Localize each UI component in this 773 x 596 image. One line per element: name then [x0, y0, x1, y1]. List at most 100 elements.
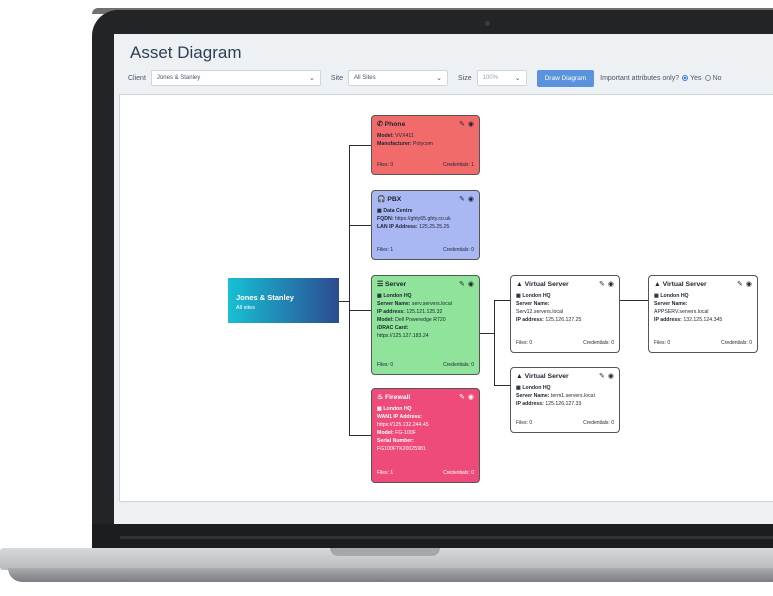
attribute-value: 125.121.125.32 — [406, 308, 443, 315]
building-icon: ▦ — [377, 292, 382, 299]
card-title: ✆ Phone — [377, 120, 405, 131]
credentials-count[interactable]: Credentials: 1 — [443, 162, 474, 170]
asset-card-server[interactable]: ☰ Server ✎ ◉ ▦ London HQ Server Name: ser… — [371, 275, 480, 375]
eye-icon[interactable]: ◉ — [468, 393, 474, 404]
files-count[interactable]: Files: 0 — [516, 420, 532, 428]
attribute-label: IP address: — [516, 400, 544, 407]
card-site: ▦ London HQ — [516, 384, 614, 392]
site-name: London HQ — [522, 384, 551, 391]
asset-card-pbx[interactable]: 🎧 PBX ✎ ◉ ▦ Data Centre FQDN: https://ght… — [371, 190, 480, 260]
size-label: Size — [457, 74, 472, 82]
eye-icon[interactable]: ◉ — [746, 280, 752, 291]
credentials-count[interactable]: Credentials: 0 — [443, 362, 474, 370]
credentials-count[interactable]: Credentials: 0 — [721, 340, 752, 348]
attribute-label: IP address: — [377, 308, 405, 315]
attribute-label: IP address: — [516, 317, 544, 324]
attribute-label: Server Name: — [654, 300, 688, 307]
client-select-value: Jones & Stanley — [156, 75, 201, 81]
card-site: ▦ Data Centre — [377, 207, 474, 215]
attribute-label: Server Name: — [516, 392, 550, 399]
root-title: Jones & Stanley — [236, 293, 294, 302]
asset-card-firewall[interactable]: ♨ Firewall ✎ ◉ ▦ London HQ WAN1 IP Addres… — [371, 388, 480, 483]
attribute-label: Serial Number: — [377, 438, 414, 445]
important-no-radio[interactable] — [704, 75, 711, 81]
attribute-value: FG100FTK20025981 — [377, 446, 426, 453]
important-yes-radio[interactable] — [682, 75, 689, 81]
attribute-value: term1.servers.local — [550, 392, 595, 399]
credentials-count[interactable]: Credentials: 0 — [583, 340, 614, 348]
eye-icon[interactable]: ◉ — [468, 120, 474, 131]
card-header: ✆ Phone ✎ ◉ — [377, 120, 474, 131]
virtual-server-icon: ▲ — [654, 281, 661, 289]
attribute-label: iDRAC Card: — [377, 325, 409, 332]
files-count[interactable]: Files: 0 — [377, 162, 393, 170]
site-select[interactable]: All Sites ⌄ — [347, 70, 448, 86]
credentials-count[interactable]: Credentials: 0 — [583, 420, 614, 428]
card-title-text: PBX — [387, 196, 402, 204]
fire-icon: ♨ — [377, 394, 384, 402]
card-site: ▦ London HQ — [516, 292, 614, 300]
attribute-label: Server Name: — [516, 300, 550, 307]
connector — [494, 385, 510, 386]
connector — [349, 145, 371, 146]
asset-card-virtual-server[interactable]: ▲ Virtual Server ✎ ◉ ▦ London HQ Server N… — [510, 275, 620, 353]
files-count[interactable]: Files: 0 — [377, 362, 393, 370]
eye-icon[interactable]: ◉ — [608, 372, 614, 383]
client-root-node[interactable]: Jones & Stanley All sites — [228, 278, 339, 323]
credentials-count[interactable]: Credentials: 0 — [443, 247, 474, 255]
size-select[interactable]: 100% ⌄ — [476, 70, 527, 86]
card-site: ▦ London HQ — [377, 292, 474, 300]
edit-icon[interactable]: ✎ — [459, 280, 465, 291]
files-count[interactable]: Files: 1 — [377, 247, 393, 255]
edit-icon[interactable]: ✎ — [459, 393, 465, 404]
site-name: Data Centre — [383, 207, 413, 214]
eye-icon[interactable]: ◉ — [468, 195, 474, 206]
edit-icon[interactable]: ✎ — [459, 120, 465, 131]
card-attribute: Server Name: — [654, 300, 752, 308]
card-title-text: Virtual Server — [524, 281, 569, 289]
connector — [339, 301, 349, 302]
laptop-mockup: Asset Diagram Client Jones & Stanley ⌄ S… — [0, 0, 773, 596]
important-no-label: No — [712, 74, 722, 82]
hinge — [120, 536, 773, 539]
card-attribute: IP address: 125.126.127.25 — [516, 316, 614, 324]
draw-diagram-button[interactable]: Draw Diagram — [536, 69, 595, 87]
edit-icon[interactable]: ✎ — [599, 280, 605, 291]
attribute-label: Server Name: — [377, 300, 411, 307]
card-title-text: Virtual Server — [524, 373, 569, 381]
virtual-server-icon: ▲ — [516, 373, 523, 381]
card-attribute: IP address: 125.121.125.32 — [377, 308, 474, 316]
card-header: ♨ Firewall ✎ ◉ — [377, 393, 474, 404]
card-attribute: IP address: 125.126.127.33 — [516, 400, 614, 408]
eye-icon[interactable]: ◉ — [608, 280, 614, 291]
files-count[interactable]: Files: 1 — [377, 470, 393, 478]
credentials-count[interactable]: Credentials: 0 — [443, 470, 474, 478]
laptop-notch — [330, 548, 440, 556]
edit-icon[interactable]: ✎ — [459, 195, 465, 206]
files-count[interactable]: Files: 0 — [516, 340, 532, 348]
attribute-value: https://ghty65.ghty.co.uk — [394, 215, 451, 222]
card-header: ▲ Virtual Server ✎ ◉ — [654, 280, 752, 291]
attribute-label: LAN IP Address: — [377, 223, 418, 230]
card-attribute: WAN1 IP Address: — [377, 413, 474, 421]
diagram-canvas: Jones & Stanley All sites ✆ Phone ✎ ◉ Mo… — [119, 94, 773, 502]
laptop-base-bottom — [8, 568, 773, 582]
card-title: 🎧 PBX — [377, 195, 401, 206]
card-attribute: FQDN: https://ghty65.ghty.co.uk — [377, 215, 474, 223]
card-header: ▲ Virtual Server ✎ ◉ — [516, 372, 614, 383]
edit-icon[interactable]: ✎ — [737, 280, 743, 291]
card-attribute: FG100FTK20025981 — [377, 445, 474, 453]
building-icon: ▦ — [516, 384, 521, 391]
important-yes-label: Yes — [690, 74, 702, 82]
client-label: Client — [128, 74, 146, 82]
asset-card-virtual-server[interactable]: ▲ Virtual Server ✎ ◉ ▦ London HQ Server N… — [510, 367, 620, 433]
client-select[interactable]: Jones & Stanley ⌄ — [150, 70, 321, 86]
asset-card-phone[interactable]: ✆ Phone ✎ ◉ Model: VVX411 Manufacturer: P… — [371, 115, 480, 175]
asset-card-virtual-server[interactable]: ▲ Virtual Server ✎ ◉ ▦ London HQ Server N… — [648, 275, 758, 353]
card-header: ▲ Virtual Server ✎ ◉ — [516, 280, 614, 291]
headset-icon: 🎧 — [377, 196, 386, 204]
eye-icon[interactable]: ◉ — [468, 280, 474, 291]
edit-icon[interactable]: ✎ — [599, 372, 605, 383]
files-count[interactable]: Files: 0 — [654, 340, 670, 348]
virtual-server-icon: ▲ — [516, 281, 523, 289]
